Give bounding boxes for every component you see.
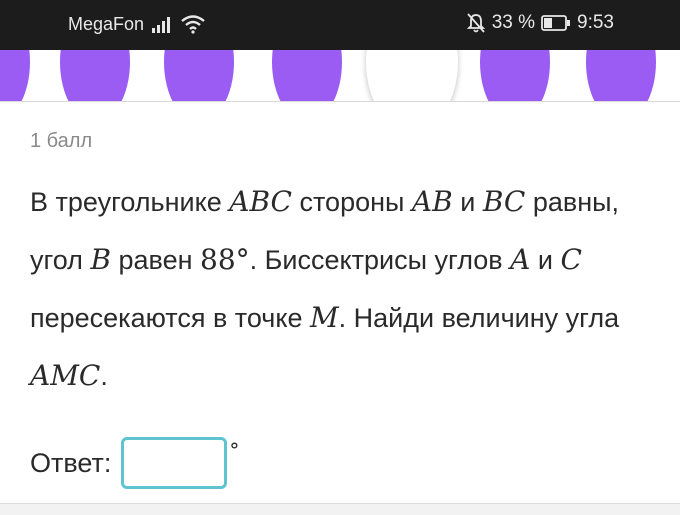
clock-time: 9:53 [577,12,614,33]
carrier-name: MegaFon [68,14,145,34]
task-stepper [0,50,680,102]
step-dot-current[interactable] [366,50,458,101]
math-side-ab: AB [411,185,453,218]
step-dot[interactable] [480,50,550,101]
math-point-m: M [309,301,339,334]
wifi-icon [181,15,205,34]
step-dot[interactable] [586,50,656,101]
answer-row: Ответ: ° [30,437,239,489]
card-bottom-edge [0,503,680,515]
answer-label: Ответ: [30,447,112,478]
question-text: пересекаются в точке [30,303,310,333]
step-dot[interactable] [0,50,30,101]
question-text: и [530,245,561,275]
math-angle-c: C [560,243,582,276]
math-triangle-abc: ABC [229,185,292,218]
question-text: В треугольнике [30,187,230,217]
math-side-bc: BC [482,185,526,218]
math-angle-b: B [90,243,112,276]
question-text: стороны [291,187,412,217]
step-dot[interactable] [164,50,234,101]
battery-percent: 33 % [491,12,536,33]
question-text: и [452,187,483,217]
task-question: В треугольнике ABC стороны AB и BC равны… [30,173,650,405]
math-angle-amc: AMC [30,359,101,392]
degree-unit: ° [229,438,240,462]
battery-icon [541,15,571,31]
step-dot[interactable] [272,50,342,101]
question-text: . Найди величину угла [338,303,620,333]
step-dot[interactable] [60,50,130,101]
math-angle-value: 88° [200,243,250,276]
question-text: равен [111,245,201,275]
status-right: 33 % 9:53 [466,12,614,34]
task-card: 1 балл В треугольнике ABC стороны AB и B… [0,103,680,503]
answer-input[interactable] [121,437,228,489]
task-points: 1 балл [30,130,93,152]
question-text: . [100,361,108,391]
question-text: . Биссектрисы углов [249,245,511,275]
math-angle-a: A [510,243,531,276]
status-bar: MegaFon 33 % 9:53 [0,0,680,50]
signal-icon [152,17,170,33]
mute-bell-icon [466,13,485,33]
